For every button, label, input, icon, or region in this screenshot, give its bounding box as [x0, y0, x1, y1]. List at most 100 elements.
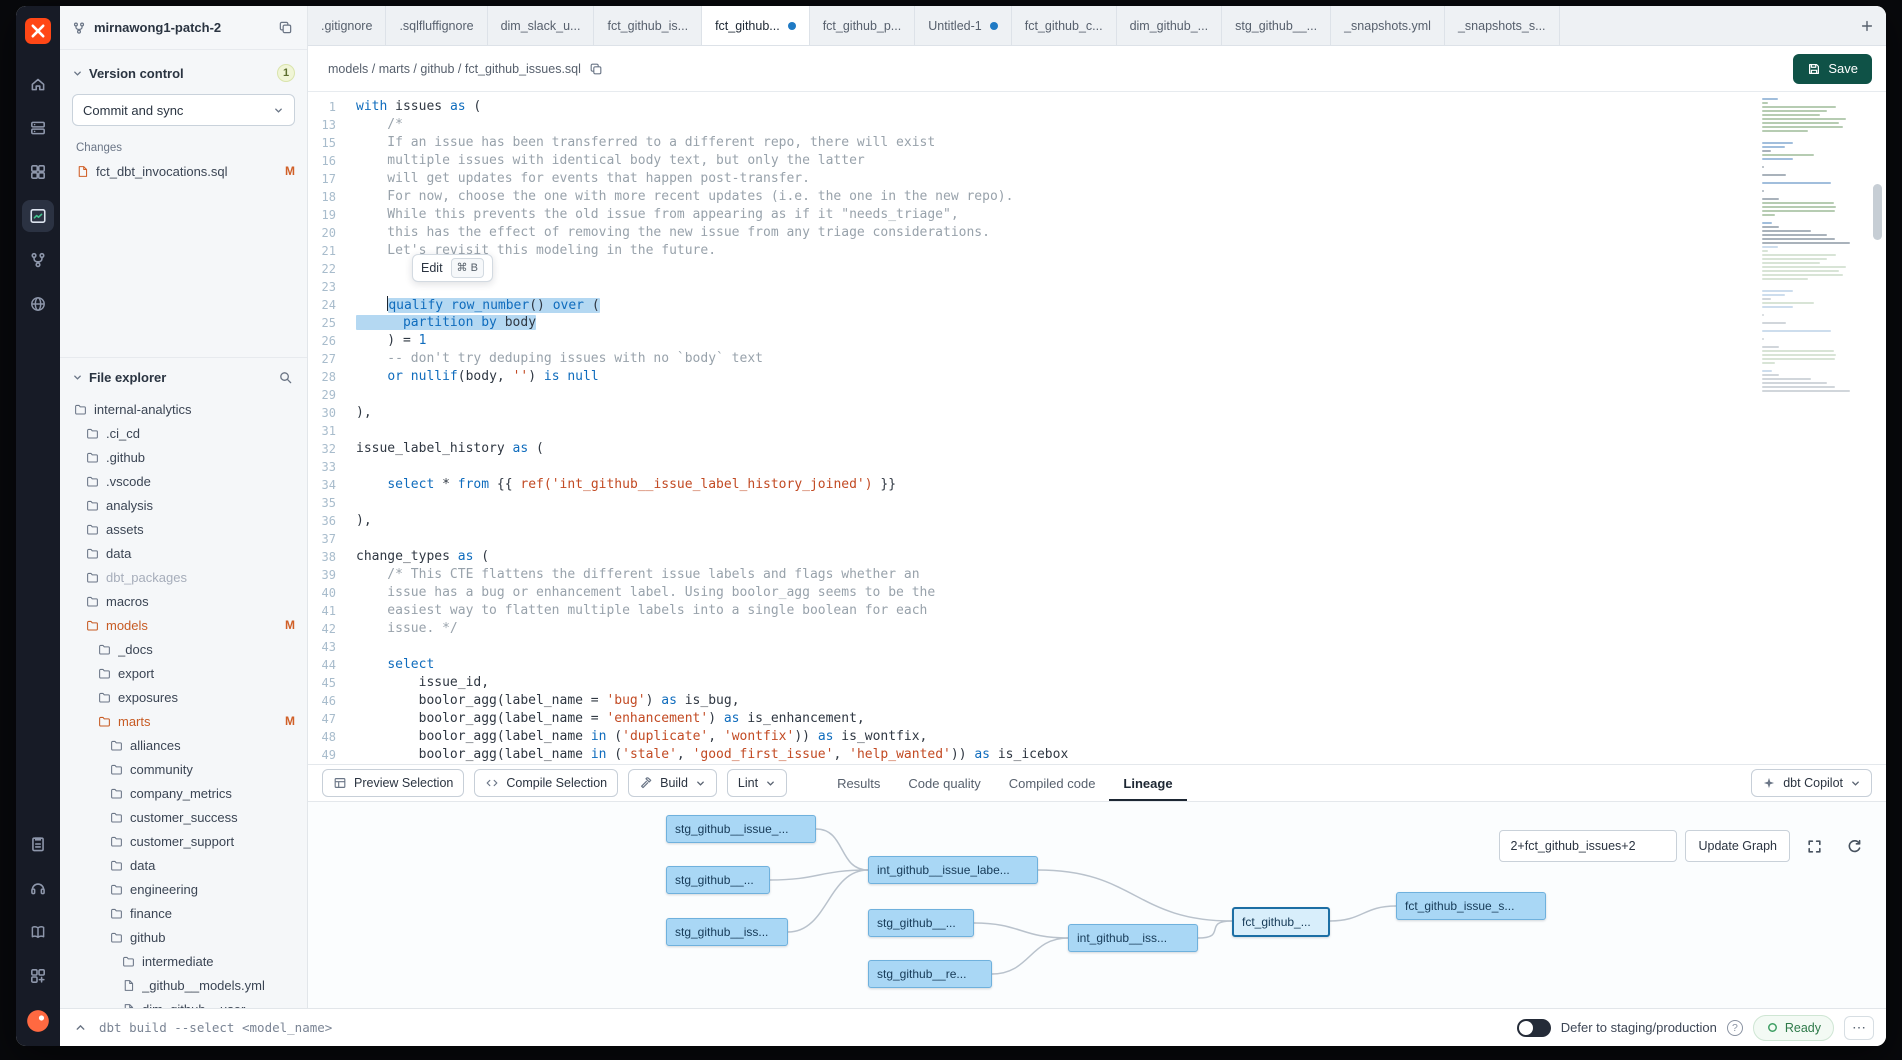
tree-item-intermediate[interactable]: intermediate — [60, 949, 307, 973]
tab-fct-github[interactable]: fct_github... — [702, 6, 810, 45]
commit-and-sync-button[interactable]: Commit and sync — [72, 94, 295, 126]
tree-item-engineering[interactable]: engineering — [60, 877, 307, 901]
tree-item-alliances[interactable]: alliances — [60, 733, 307, 757]
tree-item-dbt-packages[interactable]: dbt_packages — [60, 565, 307, 589]
tree-item-customer-support[interactable]: customer_support — [60, 829, 307, 853]
tree-item-assets[interactable]: assets — [60, 517, 307, 541]
changelog-icon[interactable] — [22, 828, 54, 860]
code-line[interactable]: 44 select — [308, 656, 1886, 674]
command-input[interactable]: dbt build --select <model_name> — [99, 1020, 519, 1035]
code-line[interactable]: 37 — [308, 530, 1886, 548]
tree-item-data[interactable]: data — [60, 853, 307, 877]
lineage-node-stg-github-re[interactable]: stg_github__re... — [868, 960, 992, 988]
tree-item--github[interactable]: .github — [60, 445, 307, 469]
code-line[interactable]: 19 While this prevents the old issue fro… — [308, 206, 1886, 224]
editor-scrollbar[interactable] — [1872, 92, 1882, 764]
fullscreen-icon[interactable] — [1798, 830, 1830, 862]
tree-item--ci-cd[interactable]: .ci_cd — [60, 421, 307, 445]
branch-icon[interactable] — [22, 244, 54, 276]
build-button[interactable]: Build — [628, 769, 717, 797]
tree-item-finance[interactable]: finance — [60, 901, 307, 925]
copy-branch-icon[interactable] — [276, 18, 295, 37]
tab-results[interactable]: Results — [823, 765, 894, 801]
tab-compiled-code[interactable]: Compiled code — [995, 765, 1110, 801]
breadcrumb[interactable]: models / marts / github / fct_github_iss… — [328, 62, 603, 76]
tree-item-community[interactable]: community — [60, 757, 307, 781]
code-line[interactable]: 27 -- don't try deduping issues with no … — [308, 350, 1886, 368]
more-menu-icon[interactable]: ⋯ — [1844, 1016, 1874, 1040]
integrations-icon[interactable] — [22, 960, 54, 992]
environments-icon[interactable] — [22, 112, 54, 144]
lineage-node-stg-github[interactable]: stg_github__... — [868, 909, 974, 937]
lint-button[interactable]: Lint — [727, 769, 787, 797]
docs-icon[interactable] — [22, 916, 54, 948]
code-line[interactable]: 33 — [308, 458, 1886, 476]
tab-untitled-1[interactable]: Untitled-1 — [915, 6, 1012, 45]
code-line[interactable]: 21 Let's revisit this modeling in the fu… — [308, 242, 1886, 260]
tree-item-internal-analytics[interactable]: internal-analytics — [60, 397, 307, 421]
expand-console-icon[interactable] — [72, 1019, 89, 1036]
tab-fct-github-p[interactable]: fct_github_p... — [810, 6, 916, 45]
code-line[interactable]: 29 — [308, 386, 1886, 404]
code-line[interactable]: 47 boolor_agg(label_name = 'enhancement'… — [308, 710, 1886, 728]
tree-item-models[interactable]: modelsM — [60, 613, 307, 637]
code-line[interactable]: 32issue_label_history as ( — [308, 440, 1886, 458]
scrollbar-thumb[interactable] — [1873, 184, 1882, 240]
code-line[interactable]: 30), — [308, 404, 1886, 422]
lineage-node-stg-github-issue[interactable]: stg_github__issue_... — [666, 815, 816, 843]
edit-tooltip[interactable]: Edit ⌘ B — [412, 254, 493, 282]
support-icon[interactable] — [22, 872, 54, 904]
code-line[interactable]: 41 easiest way to flatten multiple label… — [308, 602, 1886, 620]
apps-icon[interactable] — [22, 156, 54, 188]
code-line[interactable]: 43 — [308, 638, 1886, 656]
tab-fct-github-is[interactable]: fct_github_is... — [594, 6, 702, 45]
defer-toggle[interactable] — [1517, 1019, 1551, 1037]
code-line[interactable]: 28 or nullif(body, '') is null — [308, 368, 1886, 386]
tree-item-dim-github-user-[interactable]: dim_github__user... — [60, 997, 307, 1008]
code-line[interactable]: 17 will get updates for events that happ… — [308, 170, 1886, 188]
preview-selection-button[interactable]: Preview Selection — [322, 769, 464, 797]
code-line[interactable]: 25 partition by body — [308, 314, 1886, 332]
tree-item-exposures[interactable]: exposures — [60, 685, 307, 709]
tree-item--docs[interactable]: _docs — [60, 637, 307, 661]
code-line[interactable]: 48 boolor_agg(label_name in ('duplicate'… — [308, 728, 1886, 746]
code-line[interactable]: 46 boolor_agg(label_name = 'bug') as is_… — [308, 692, 1886, 710]
code-editor[interactable]: 1with issues as (13 /*15 If an issue has… — [308, 92, 1886, 764]
tree-item--github-models-yml[interactable]: _github__models.yml — [60, 973, 307, 997]
tab-gitignore[interactable]: .gitignore — [308, 6, 386, 45]
develop-ide-icon[interactable] — [22, 200, 54, 232]
tree-item-customer-success[interactable]: customer_success — [60, 805, 307, 829]
tab-sqlfluffignore[interactable]: .sqlfluffignore — [386, 6, 487, 45]
help-icon[interactable]: ? — [1727, 1020, 1743, 1036]
refresh-icon[interactable] — [1838, 830, 1870, 862]
tab-dim-slack-u[interactable]: dim_slack_u... — [488, 6, 595, 45]
code-line[interactable]: 13 /* — [308, 116, 1886, 134]
code-line[interactable]: 24 qualify row_number() over ( — [308, 296, 1886, 314]
tree-item-company-metrics[interactable]: company_metrics — [60, 781, 307, 805]
code-line[interactable]: 22 — [308, 260, 1886, 278]
tree-item-github[interactable]: github — [60, 925, 307, 949]
code-line[interactable]: 34 select * from {{ ref('int_github__iss… — [308, 476, 1886, 494]
code-line[interactable]: 1with issues as ( — [308, 98, 1886, 116]
tree-item-analysis[interactable]: analysis — [60, 493, 307, 517]
tree-item-macros[interactable]: macros — [60, 589, 307, 613]
tree-item-data[interactable]: data — [60, 541, 307, 565]
tab-stg-github[interactable]: stg_github__... — [1222, 6, 1331, 45]
copy-path-icon[interactable] — [589, 62, 603, 76]
tab-dim-github[interactable]: dim_github_... — [1117, 6, 1223, 45]
account-avatar[interactable] — [25, 1008, 51, 1034]
version-control-header[interactable]: Version control 1 — [60, 60, 307, 86]
tab-fct-github-c[interactable]: fct_github_c... — [1012, 6, 1117, 45]
tab-code-quality[interactable]: Code quality — [894, 765, 994, 801]
new-tab-button[interactable] — [1848, 6, 1886, 45]
compile-selection-button[interactable]: Compile Selection — [474, 769, 618, 797]
lineage-node-int-github-iss[interactable]: int_github__iss... — [1068, 924, 1198, 952]
lineage-node-stg-github-iss[interactable]: stg_github__iss... — [666, 918, 788, 946]
search-icon[interactable] — [276, 368, 295, 387]
lineage-node-fct-github[interactable]: fct_github_... — [1232, 907, 1330, 937]
minimap[interactable] — [1762, 98, 1858, 528]
changed-file-row[interactable]: fct_dbt_invocations.sql M — [60, 158, 307, 184]
status-ready-badge[interactable]: Ready — [1753, 1015, 1834, 1041]
tree-item--vscode[interactable]: .vscode — [60, 469, 307, 493]
tab-snapshots-s[interactable]: _snapshots_s... — [1445, 6, 1560, 45]
